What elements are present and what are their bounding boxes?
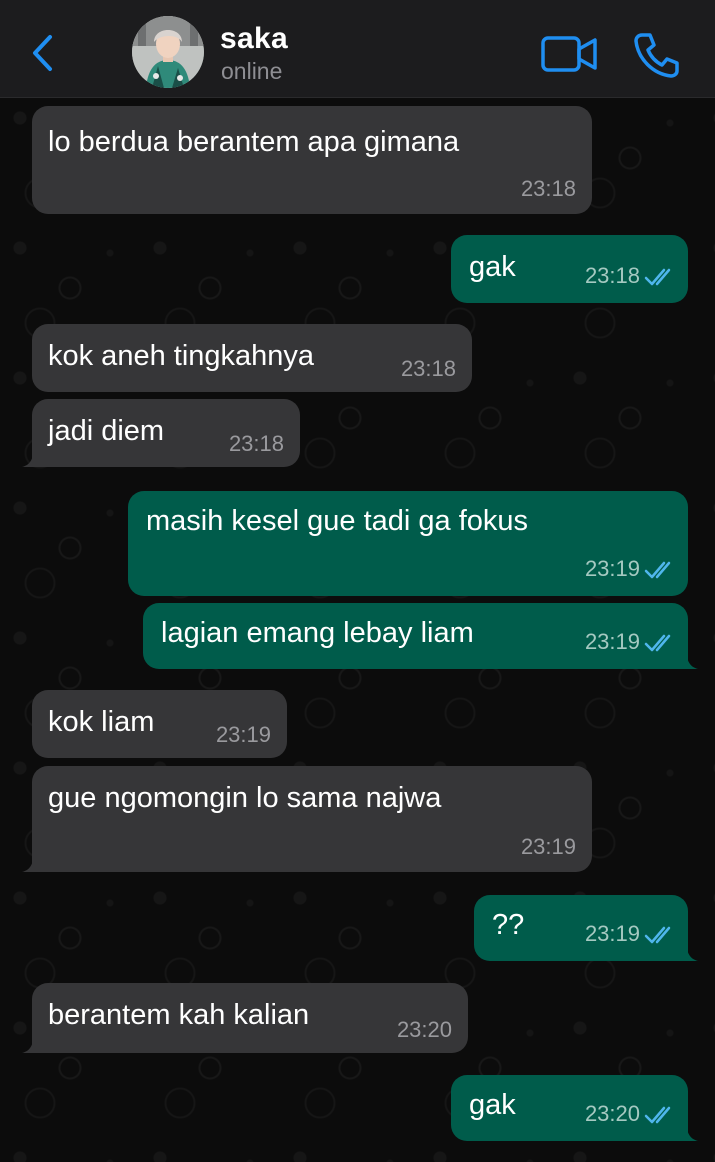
bubble-tail: [676, 1119, 698, 1141]
message-time: 23:19: [584, 556, 640, 581]
read-receipt-icon: [644, 268, 671, 286]
message-time: 23:18: [520, 176, 576, 201]
video-camera-icon: [541, 36, 597, 72]
back-button[interactable]: [24, 30, 60, 76]
message-incoming[interactable]: jadi diem 23:18: [22, 399, 300, 467]
message-text: lo berdua berantem apa gimana: [48, 126, 460, 158]
message-incoming[interactable]: kok liam 23:19: [32, 690, 287, 758]
bubble-tail: [22, 445, 44, 467]
message-outgoing[interactable]: masih kesel gue tadi ga fokus 23:19: [128, 491, 688, 596]
message-time: 23:19: [584, 921, 640, 946]
contact-status: online: [221, 58, 283, 84]
phone-icon: [634, 33, 679, 78]
chat-area[interactable]: lo berdua berantem apa gimana 23:18 gak …: [0, 98, 715, 1162]
message-time: 23:19: [520, 834, 576, 859]
message-text: jadi diem: [48, 415, 165, 447]
read-receipt-icon: [644, 561, 671, 579]
message-incoming[interactable]: lo berdua berantem apa gimana 23:18: [32, 106, 592, 214]
bubble-tail: [22, 1031, 44, 1053]
contact-avatar[interactable]: [132, 16, 204, 88]
read-receipt-icon: [644, 1106, 671, 1124]
message-time: 23:20: [584, 1101, 640, 1126]
message-outgoing[interactable]: lagian emang lebay liam 23:19: [143, 603, 698, 669]
message-time: 23:18: [400, 356, 456, 381]
message-time: 23:18: [228, 431, 284, 456]
read-receipt-icon: [644, 926, 671, 944]
message-time: 23:18: [584, 263, 640, 288]
message-text: gue ngomongin lo sama najwa: [48, 782, 442, 814]
message-time: 23:19: [584, 629, 640, 654]
message-incoming[interactable]: gue ngomongin lo sama najwa 23:19: [22, 766, 592, 872]
message-text: ??: [492, 909, 525, 941]
bubble-tail: [676, 647, 698, 669]
read-receipt-icon: [644, 634, 671, 652]
message-incoming[interactable]: berantem kah kalian 23:20: [22, 983, 468, 1053]
message-outgoing[interactable]: ?? 23:19: [474, 895, 698, 961]
voice-call-button[interactable]: [632, 30, 682, 80]
message-text: masih kesel gue tadi ga fokus: [146, 505, 529, 537]
message-text: kok liam: [48, 706, 155, 738]
bubble-tail: [676, 939, 698, 961]
chat-header: saka online: [0, 0, 715, 98]
message-text: berantem kah kalian: [48, 999, 310, 1031]
message-text: gak: [469, 1089, 516, 1121]
message-outgoing[interactable]: gak 23:20: [451, 1075, 698, 1141]
contact-name[interactable]: saka: [220, 22, 288, 56]
message-text: lagian emang lebay liam: [161, 617, 474, 649]
video-call-button[interactable]: [540, 34, 600, 74]
message-time: 23:20: [396, 1017, 452, 1042]
message-time: 23:19: [215, 722, 271, 747]
message-incoming[interactable]: kok aneh tingkahnya 23:18: [32, 324, 472, 392]
bubble-tail: [22, 850, 44, 872]
message-text: gak: [469, 251, 516, 283]
message-outgoing[interactable]: gak 23:18: [451, 235, 688, 303]
message-text: kok aneh tingkahnya: [48, 340, 315, 372]
chevron-left-icon: [33, 35, 52, 71]
